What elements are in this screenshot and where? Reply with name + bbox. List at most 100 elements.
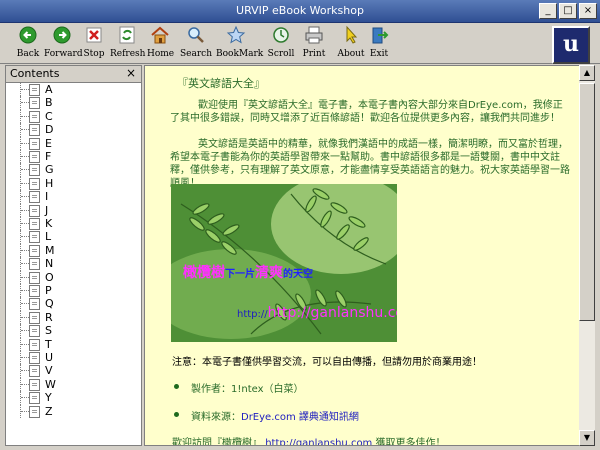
banner-tagline: 橄欖樹下一片清爽的天空 [183,262,313,282]
tree-item-label: Z [45,404,53,418]
tree-item-o[interactable]: O [6,270,136,284]
content-pane: 『英文諺語大全』 歡迎使用『英文諺語大全』電子書，本電子書內容大部分來自DrEy… [144,65,580,446]
page-icon [29,271,40,284]
toolbar: Back Forward Stop Refresh Home Search Bo… [0,23,600,64]
exit-label: Exit [369,49,389,59]
scroll-down-arrow-icon[interactable]: ▼ [579,430,595,446]
tree-branch [21,303,29,305]
search-button[interactable]: Search [180,25,212,61]
tree-branch [21,102,29,104]
tree-branch [21,397,29,399]
banner-tagline-b: 下一片 [225,269,255,280]
tree-item-b[interactable]: B [6,96,136,110]
tree-item-c[interactable]: C [6,109,136,124]
bookmark-button[interactable]: BookMark [216,25,263,61]
tree-item-k[interactable]: K [6,217,136,231]
tree-item-label: R [45,310,53,324]
forward-button[interactable]: Forward [44,25,83,61]
tree-item-j[interactable]: J [6,203,136,217]
tree-branch [21,236,29,238]
page-icon [29,191,40,204]
home-button[interactable]: Home [147,25,174,61]
tree-item-s[interactable]: S [6,324,136,338]
tree-item-w[interactable]: W [6,377,136,392]
refresh-icon [119,26,135,44]
tree-item-t[interactable]: T [6,337,136,351]
app-logo: u [552,26,590,64]
page-icon [29,204,40,217]
tree-item-y[interactable]: Y [6,391,136,405]
tree-branch [21,169,29,171]
tree-item-q[interactable]: Q [6,297,136,311]
scroll-up-arrow-icon[interactable]: ▲ [579,65,595,81]
footer-link[interactable]: http://ganlanshu.com [265,438,372,445]
author-label: 製作者： [191,384,231,395]
tree-branch [21,209,29,211]
tree-item-label: D [45,123,54,137]
tree-item-d[interactable]: D [6,123,136,137]
contents-title: Contents [10,67,60,80]
page-icon [29,392,40,405]
print-label: Print [302,49,326,59]
tree-item-label: U [45,351,54,364]
page-icon [29,244,40,257]
stop-button[interactable]: Stop [82,25,106,61]
tree-item-i[interactable]: I [6,190,136,204]
footer-text-b: 獲取更多佳作！ [372,438,446,446]
intro-paragraph: 歡迎使用『英文諺語大全』電子書，本電子書內容大部分來自DrEye.com，我修正… [170,100,563,124]
search-label: Search [180,49,212,59]
ganlanshu-banner-image[interactable]: 橄欖樹下一片清爽的天空 http://http://ganlanshu.com [171,184,397,342]
tree-item-h[interactable]: H [6,176,136,191]
page-icon [29,164,40,177]
exit-button[interactable]: Exit [367,25,391,61]
contents-panel: Contents × ABCDEFGHIJKLMNOPQRSTUVWYZ [5,65,142,446]
tree-item-e[interactable]: E [6,136,136,150]
tree-item-label: N [45,257,54,271]
vertical-scrollbar[interactable]: ▲ ▼ [579,65,595,446]
print-button[interactable]: Print [301,25,327,61]
page-icon [29,218,40,230]
bullet-source: 資料來源：DrEye.com 譯典通知訊網 [174,408,359,423]
tree-branch [21,370,29,372]
maximize-button[interactable]: □ [559,3,577,19]
footer-line: 歡迎訪問『橄欖樹』 http://ganlanshu.com 獲取更多佳作！ [172,434,446,446]
close-button[interactable]: × [579,3,597,19]
tree-item-v[interactable]: V [6,364,136,378]
page-icon [29,405,40,418]
tree-item-r[interactable]: R [6,310,136,325]
tree-branch [21,196,29,198]
tree-item-l[interactable]: L [6,230,136,244]
home-icon [151,26,169,44]
tree-item-label: S [45,324,52,338]
tree-branch [21,223,29,224]
back-label: Back [16,49,40,59]
tree-branch [21,357,29,358]
tree-item-n[interactable]: N [6,257,136,271]
tree-branch [21,330,29,332]
bullet-author: 製作者：1!ntex（白菜） [174,380,304,395]
about-button[interactable]: About [337,25,365,61]
close-icon[interactable]: × [126,66,136,80]
tree-item-z[interactable]: Z [6,404,136,418]
scroll-thumb[interactable] [579,83,595,321]
tree-item-label: M [45,243,55,257]
tree-item-u[interactable]: U [6,351,136,365]
refresh-button[interactable]: Refresh [110,25,145,61]
back-button[interactable]: Back [10,25,46,61]
tree-item-g[interactable]: G [6,163,136,177]
tree-branch [21,316,29,318]
page-icon [29,352,40,364]
back-arrow-icon [19,26,37,44]
tree-item-p[interactable]: P [6,284,136,298]
page-icon [29,137,40,150]
page-icon [29,365,40,378]
tree-item-f[interactable]: F [6,150,136,164]
tree-item-a[interactable]: A [6,83,136,97]
minimize-button[interactable]: _ [539,3,557,19]
tree-branch [21,249,29,251]
title-bar: URVIP eBook Workshop _ □ × [0,0,600,23]
tree-item-m[interactable]: M [6,243,136,258]
scroll-button[interactable]: Scroll [266,25,296,61]
page-icon [29,97,40,110]
source-link[interactable]: DrEye.com 譯典通知訊網 [241,412,359,423]
